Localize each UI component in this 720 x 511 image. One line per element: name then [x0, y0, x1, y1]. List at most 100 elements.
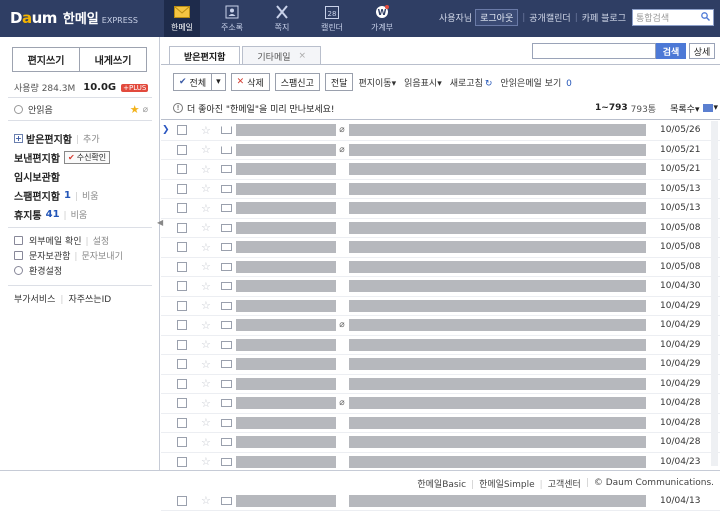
subject-redacted[interactable]	[349, 339, 646, 351]
row-checkbox[interactable]	[177, 223, 187, 233]
external-mail-settings-link[interactable]: 설정	[86, 234, 110, 247]
subject-redacted[interactable]	[349, 241, 646, 253]
mail-row[interactable]: ❯☆⌀10/05/26	[161, 121, 720, 141]
star-icon[interactable]: ☆	[201, 280, 211, 293]
mail-row[interactable]: ☆10/05/08	[161, 258, 720, 278]
mail-search-input[interactable]	[532, 43, 656, 59]
star-icon[interactable]: ☆	[201, 182, 211, 195]
mail-row[interactable]: ☆10/05/13	[161, 199, 720, 219]
sender-redacted[interactable]	[236, 319, 336, 331]
subject-redacted[interactable]	[349, 417, 646, 429]
chevron-down-icon[interactable]: ▾	[713, 103, 718, 113]
write-to-self-button[interactable]: 내게쓰기	[80, 48, 146, 71]
list-count-menu[interactable]: 목록수▾	[670, 102, 699, 115]
logout-button[interactable]: 로그아웃	[475, 9, 518, 26]
sender-redacted[interactable]	[236, 183, 336, 195]
row-checkbox[interactable]	[177, 164, 187, 174]
add-folder-link[interactable]: 추가	[76, 132, 100, 145]
nav-note[interactable]: 쪽지	[264, 0, 300, 37]
external-mail-item[interactable]: 외부메일 확인 설정	[14, 233, 154, 248]
footer-simple-link[interactable]: 한메일Simple	[466, 477, 535, 490]
row-checkbox[interactable]	[177, 418, 187, 428]
mark-read-menu[interactable]: 읽음표시▾	[404, 76, 442, 89]
nav-calendar[interactable]: 28 캘린더	[314, 0, 350, 37]
row-checkbox[interactable]	[177, 125, 187, 135]
row-checkbox[interactable]	[177, 301, 187, 311]
select-dropdown-button[interactable]: ▾	[211, 73, 226, 91]
settings-item[interactable]: 환경설정	[14, 263, 154, 278]
mail-row[interactable]: ☆10/04/29	[161, 297, 720, 317]
select-all-button[interactable]: ✔ 전체	[173, 73, 212, 91]
row-checkbox[interactable]	[177, 184, 187, 194]
row-checkbox[interactable]	[177, 262, 187, 272]
public-calendar-link[interactable]: 공개캘린더	[529, 11, 570, 24]
star-icon[interactable]: ☆	[201, 124, 211, 137]
global-search-input[interactable]: 통합검색	[632, 9, 714, 26]
row-checkbox[interactable]	[177, 437, 187, 447]
star-icon[interactable]: ☆	[201, 377, 211, 390]
forward-button[interactable]: 전달	[325, 73, 354, 91]
search-button[interactable]: 검색	[656, 43, 686, 59]
folder-drafts[interactable]: 임시보관함	[14, 167, 154, 186]
row-checkbox[interactable]	[177, 145, 187, 155]
mail-row[interactable]: ☆10/05/08	[161, 238, 720, 258]
refresh-button[interactable]: 새로고침↻	[450, 76, 493, 89]
star-icon[interactable]: ☆	[201, 358, 211, 371]
subject-redacted[interactable]	[349, 280, 646, 292]
mail-row[interactable]: ☆10/05/13	[161, 180, 720, 200]
close-icon[interactable]: ×	[299, 51, 307, 61]
view-mode-icon[interactable]	[703, 104, 713, 112]
row-checkbox[interactable]	[177, 203, 187, 213]
star-icon[interactable]: ☆	[201, 241, 211, 254]
subject-redacted[interactable]	[349, 358, 646, 370]
subject-redacted[interactable]	[349, 378, 646, 390]
subject-redacted[interactable]	[349, 183, 646, 195]
subject-redacted[interactable]	[349, 456, 646, 468]
subject-redacted[interactable]	[349, 495, 646, 507]
star-icon[interactable]: ☆	[201, 260, 211, 273]
send-sms-link[interactable]: 문자보내기	[74, 249, 122, 262]
empty-trash-link[interactable]: 비움	[64, 208, 88, 221]
plus-icon[interactable]: +	[14, 134, 23, 143]
folder-spam[interactable]: 스팸편지함 1 비움	[14, 186, 154, 205]
sender-redacted[interactable]	[236, 300, 336, 312]
report-spam-button[interactable]: 스팸신고	[275, 73, 320, 91]
sender-redacted[interactable]	[236, 144, 336, 156]
folder-inbox[interactable]: + 받은편지함 추가	[14, 129, 154, 148]
subject-redacted[interactable]	[349, 202, 646, 214]
subject-redacted[interactable]	[349, 124, 646, 136]
subject-redacted[interactable]	[349, 436, 646, 448]
subject-redacted[interactable]	[349, 300, 646, 312]
star-icon[interactable]: ☆	[201, 299, 211, 312]
sender-redacted[interactable]	[236, 417, 336, 429]
nav-addressbook[interactable]: 주소록	[214, 0, 250, 37]
row-checkbox[interactable]	[177, 359, 187, 369]
frequent-id-link[interactable]: 자주쓰는ID	[55, 292, 111, 305]
subject-redacted[interactable]	[349, 163, 646, 175]
tab-inbox[interactable]: 받은편지함	[169, 46, 240, 65]
footer-basic-link[interactable]: 한메일Basic	[417, 477, 466, 490]
mail-row[interactable]: ☆10/04/28	[161, 433, 720, 453]
star-icon[interactable]: ☆	[201, 163, 211, 176]
cafe-blog-link[interactable]: 카페 블로그	[582, 11, 626, 24]
sender-redacted[interactable]	[236, 436, 336, 448]
sender-redacted[interactable]	[236, 222, 336, 234]
subject-redacted[interactable]	[349, 222, 646, 234]
subject-redacted[interactable]	[349, 261, 646, 273]
row-checkbox[interactable]	[177, 379, 187, 389]
mail-row[interactable]: ☆⌀10/04/28	[161, 394, 720, 414]
star-icon[interactable]: ☆	[201, 455, 211, 468]
sender-redacted[interactable]	[236, 378, 336, 390]
mail-row[interactable]: ☆⌀10/04/29	[161, 316, 720, 336]
sender-redacted[interactable]	[236, 339, 336, 351]
folder-trash[interactable]: 휴지통 41 비움	[14, 205, 154, 224]
mail-row[interactable]: ☆10/05/21	[161, 160, 720, 180]
plus-badge[interactable]: +PLUS	[121, 84, 148, 92]
row-checkbox[interactable]	[177, 242, 187, 252]
sender-redacted[interactable]	[236, 397, 336, 409]
row-checkbox[interactable]	[177, 398, 187, 408]
star-icon[interactable]: ☆	[201, 494, 211, 507]
nav-mail[interactable]: 한메일	[164, 0, 200, 37]
star-icon[interactable]: ☆	[201, 436, 211, 449]
subject-redacted[interactable]	[349, 144, 646, 156]
